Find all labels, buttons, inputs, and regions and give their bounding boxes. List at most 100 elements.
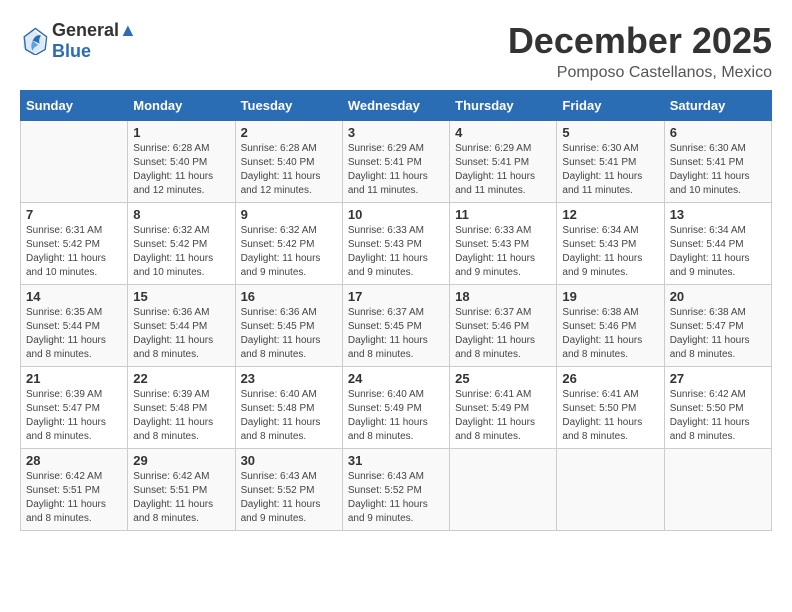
day-number: 9 [241,207,337,222]
cell-info: Sunrise: 6:33 AMSunset: 5:43 PMDaylight:… [348,224,444,280]
header-thursday: Thursday [450,91,557,121]
cell-info: Sunrise: 6:36 AMSunset: 5:45 PMDaylight:… [241,306,337,362]
day-number: 22 [133,371,229,386]
cell-info: Sunrise: 6:28 AMSunset: 5:40 PMDaylight:… [133,142,229,198]
day-number: 20 [670,289,766,304]
day-number: 25 [455,371,551,386]
day-number: 23 [241,371,337,386]
calendar-week-4: 21 Sunrise: 6:39 AMSunset: 5:47 PMDayligh… [21,367,772,449]
calendar-header-row: SundayMondayTuesdayWednesdayThursdayFrid… [21,91,772,121]
calendar-week-3: 14 Sunrise: 6:35 AMSunset: 5:44 PMDayligh… [21,285,772,367]
cell-info: Sunrise: 6:42 AMSunset: 5:51 PMDaylight:… [133,470,229,526]
cell-info: Sunrise: 6:29 AMSunset: 5:41 PMDaylight:… [348,142,444,198]
cell-info: Sunrise: 6:36 AMSunset: 5:44 PMDaylight:… [133,306,229,362]
cell-info: Sunrise: 6:43 AMSunset: 5:52 PMDaylight:… [348,470,444,526]
header-sunday: Sunday [21,91,128,121]
calendar-cell: 19Sunrise: 6:38 AMSunset: 5:46 PMDayligh… [557,285,664,367]
day-number: 6 [670,125,766,140]
calendar-cell: 10 Sunrise: 6:33 AMSunset: 5:43 PMDayligh… [342,203,449,285]
calendar-cell: 12 Sunrise: 6:34 AMSunset: 5:43 PMDayligh… [557,203,664,285]
header-wednesday: Wednesday [342,91,449,121]
logo: General▲ Blue [20,20,137,62]
calendar-cell [21,121,128,203]
calendar-cell: 9 Sunrise: 6:32 AMSunset: 5:42 PMDaylight… [235,203,342,285]
calendar-cell: 22 Sunrise: 6:39 AMSunset: 5:48 PMDayligh… [128,367,235,449]
cell-info: Sunrise: 6:41 AMSunset: 5:50 PMDaylight:… [562,388,658,444]
header-saturday: Saturday [664,91,771,121]
month-title: December 2025 [508,20,772,62]
calendar-cell: 26 Sunrise: 6:41 AMSunset: 5:50 PMDayligh… [557,367,664,449]
day-number: 13 [670,207,766,222]
cell-info: Sunrise: 6:34 AMSunset: 5:43 PMDaylight:… [562,224,658,280]
location: Pomposo Castellanos, Mexico [508,64,772,82]
cell-info: Sunrise: 6:39 AMSunset: 5:48 PMDaylight:… [133,388,229,444]
cell-info: Sunrise: 6:29 AMSunset: 5:41 PMDaylight:… [455,142,551,198]
header-monday: Monday [128,91,235,121]
cell-info: Sunrise: 6:38 AMSunset: 5:47 PMDaylight:… [670,306,766,362]
header-tuesday: Tuesday [235,91,342,121]
logo-icon [20,27,48,55]
day-number: 21 [26,371,122,386]
day-number: 24 [348,371,444,386]
day-number: 27 [670,371,766,386]
calendar-cell: 11Sunrise: 6:33 AMSunset: 5:43 PMDayligh… [450,203,557,285]
day-number: 11 [455,207,551,222]
cell-info: Sunrise: 6:37 AMSunset: 5:46 PMDaylight:… [455,306,551,362]
day-number: 30 [241,453,337,468]
calendar-cell: 28Sunrise: 6:42 AMSunset: 5:51 PMDayligh… [21,449,128,531]
cell-info: Sunrise: 6:32 AMSunset: 5:42 PMDaylight:… [241,224,337,280]
calendar-week-5: 28Sunrise: 6:42 AMSunset: 5:51 PMDayligh… [21,449,772,531]
calendar-cell: 16 Sunrise: 6:36 AMSunset: 5:45 PMDayligh… [235,285,342,367]
calendar-cell: 27 Sunrise: 6:42 AMSunset: 5:50 PMDayligh… [664,367,771,449]
day-number: 29 [133,453,229,468]
calendar-cell: 5Sunrise: 6:30 AMSunset: 5:41 PMDaylight… [557,121,664,203]
calendar-cell: 3 Sunrise: 6:29 AMSunset: 5:41 PMDaylight… [342,121,449,203]
day-number: 3 [348,125,444,140]
calendar-cell: 1 Sunrise: 6:28 AMSunset: 5:40 PMDaylight… [128,121,235,203]
calendar-cell: 17Sunrise: 6:37 AMSunset: 5:45 PMDayligh… [342,285,449,367]
cell-info: Sunrise: 6:40 AMSunset: 5:48 PMDaylight:… [241,388,337,444]
calendar-table: SundayMondayTuesdayWednesdayThursdayFrid… [20,90,772,531]
calendar-cell: 8Sunrise: 6:32 AMSunset: 5:42 PMDaylight… [128,203,235,285]
day-number: 1 [133,125,229,140]
calendar-cell [557,449,664,531]
cell-info: Sunrise: 6:34 AMSunset: 5:44 PMDaylight:… [670,224,766,280]
calendar-cell [664,449,771,531]
cell-info: Sunrise: 6:28 AMSunset: 5:40 PMDaylight:… [241,142,337,198]
calendar-cell: 7 Sunrise: 6:31 AMSunset: 5:42 PMDaylight… [21,203,128,285]
calendar-cell: 6 Sunrise: 6:30 AMSunset: 5:41 PMDaylight… [664,121,771,203]
calendar-cell: 25Sunrise: 6:41 AMSunset: 5:49 PMDayligh… [450,367,557,449]
day-number: 4 [455,125,551,140]
day-number: 10 [348,207,444,222]
cell-info: Sunrise: 6:39 AMSunset: 5:47 PMDaylight:… [26,388,122,444]
calendar-cell [450,449,557,531]
cell-info: Sunrise: 6:35 AMSunset: 5:44 PMDaylight:… [26,306,122,362]
day-number: 5 [562,125,658,140]
calendar-cell: 23 Sunrise: 6:40 AMSunset: 5:48 PMDayligh… [235,367,342,449]
calendar-cell: 18 Sunrise: 6:37 AMSunset: 5:46 PMDayligh… [450,285,557,367]
calendar-cell: 24 Sunrise: 6:40 AMSunset: 5:49 PMDayligh… [342,367,449,449]
day-number: 7 [26,207,122,222]
day-number: 19 [562,289,658,304]
day-number: 16 [241,289,337,304]
header-friday: Friday [557,91,664,121]
cell-info: Sunrise: 6:42 AMSunset: 5:51 PMDaylight:… [26,470,122,526]
cell-info: Sunrise: 6:40 AMSunset: 5:49 PMDaylight:… [348,388,444,444]
calendar-cell: 15 Sunrise: 6:36 AMSunset: 5:44 PMDayligh… [128,285,235,367]
calendar-week-2: 7 Sunrise: 6:31 AMSunset: 5:42 PMDaylight… [21,203,772,285]
calendar-cell: 14 Sunrise: 6:35 AMSunset: 5:44 PMDayligh… [21,285,128,367]
day-number: 12 [562,207,658,222]
day-number: 15 [133,289,229,304]
cell-info: Sunrise: 6:42 AMSunset: 5:50 PMDaylight:… [670,388,766,444]
cell-info: Sunrise: 6:32 AMSunset: 5:42 PMDaylight:… [133,224,229,280]
cell-info: Sunrise: 6:43 AMSunset: 5:52 PMDaylight:… [241,470,337,526]
day-number: 2 [241,125,337,140]
calendar-cell: 29 Sunrise: 6:42 AMSunset: 5:51 PMDayligh… [128,449,235,531]
day-number: 31 [348,453,444,468]
day-number: 14 [26,289,122,304]
cell-info: Sunrise: 6:30 AMSunset: 5:41 PMDaylight:… [670,142,766,198]
day-number: 18 [455,289,551,304]
day-number: 26 [562,371,658,386]
cell-info: Sunrise: 6:31 AMSunset: 5:42 PMDaylight:… [26,224,122,280]
calendar-cell: 2 Sunrise: 6:28 AMSunset: 5:40 PMDaylight… [235,121,342,203]
